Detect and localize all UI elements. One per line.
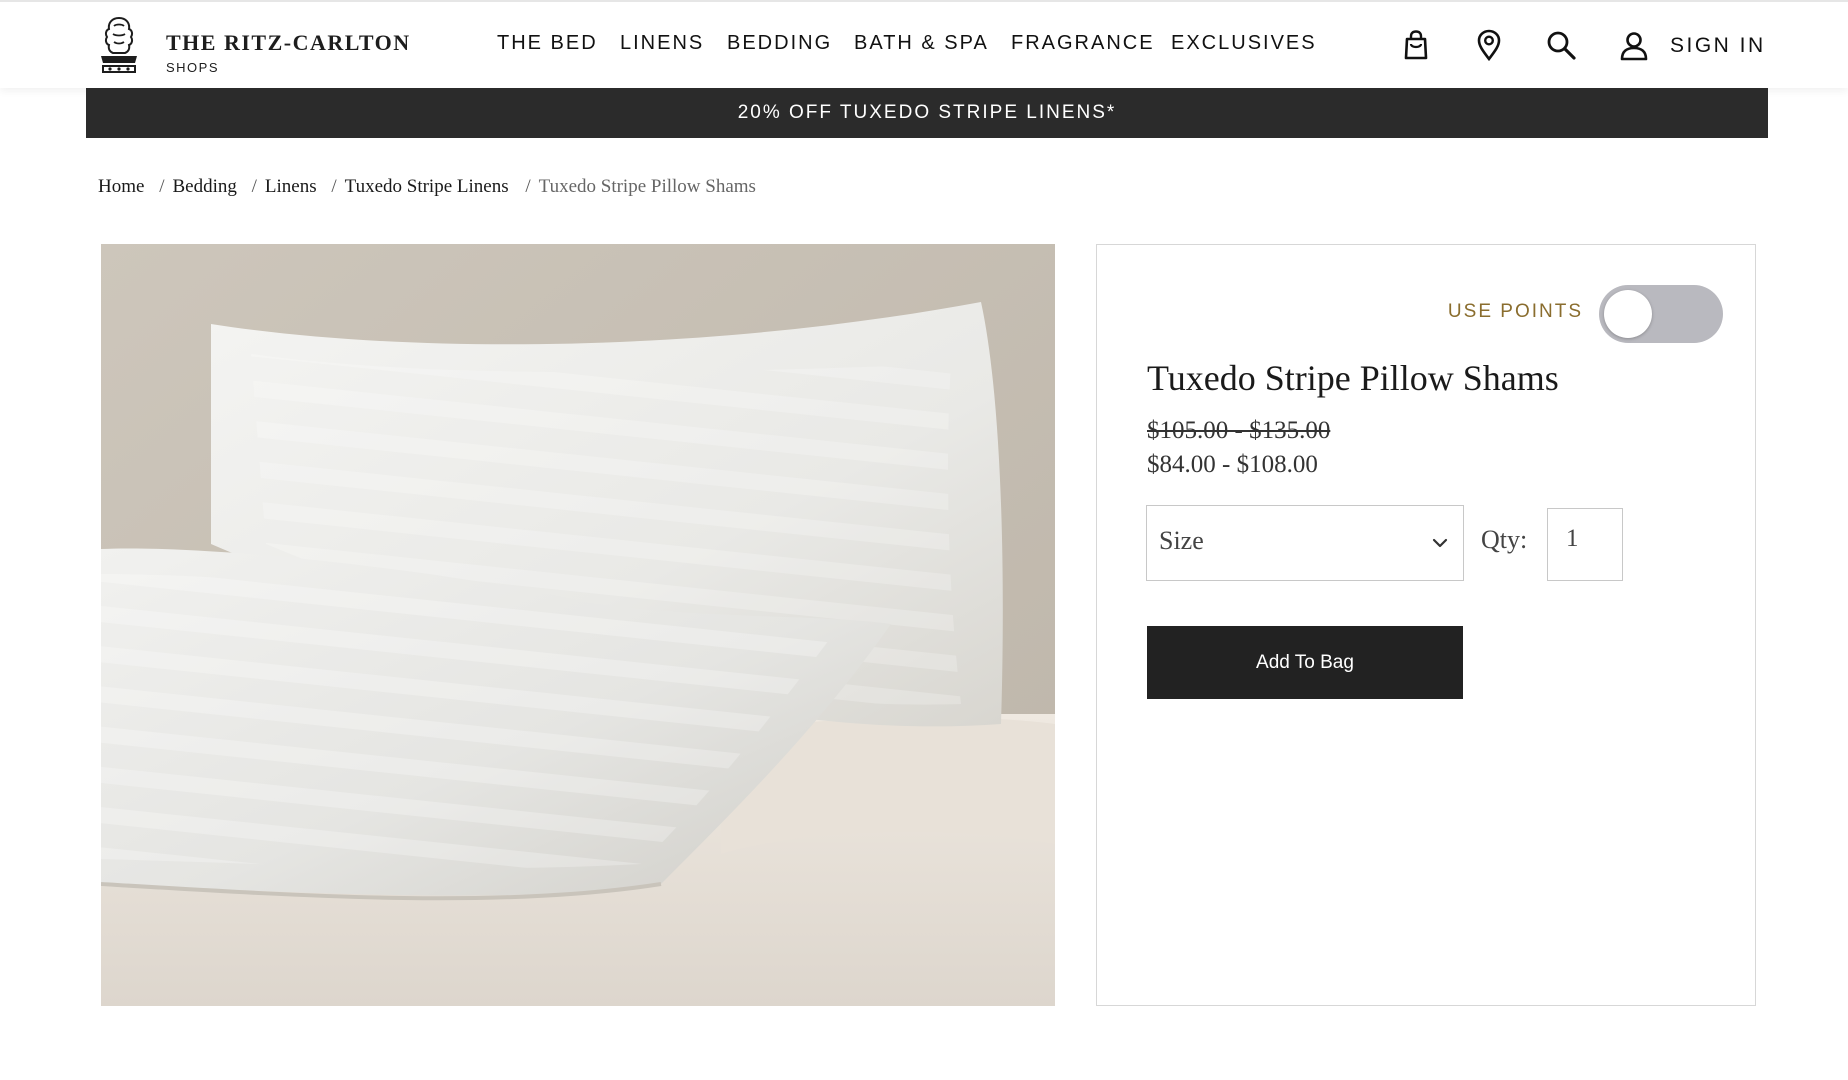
promo-banner[interactable]: 20% OFF TUXEDO STRIPE LINENS* (86, 88, 1768, 138)
lion-crown-logo-icon[interactable] (96, 14, 142, 74)
breadcrumb-separator: / (159, 176, 165, 197)
breadcrumb-separator: / (251, 176, 257, 197)
nav-exclusives[interactable]: EXCLUSIVES (1171, 32, 1317, 58)
brand-name[interactable]: THE RITZ-CARLTON (166, 30, 411, 56)
sign-in-link[interactable]: SIGN IN (1670, 34, 1766, 58)
breadcrumb-linens[interactable]: Linens (265, 176, 317, 197)
product-title: Tuxedo Stripe Pillow Shams (1147, 358, 1559, 398)
shopping-bag-icon[interactable] (1399, 28, 1433, 62)
breadcrumb-bedding[interactable]: Bedding (172, 176, 236, 197)
breadcrumb: Home / Bedding / Linens / Tuxedo Stripe Lin… (98, 176, 756, 198)
product-image[interactable] (101, 244, 1055, 1006)
brand-subtitle: SHOPS (166, 60, 220, 75)
original-price: $105.00 - $135.00 (1147, 417, 1331, 444)
purchase-panel: USE POINTS Tuxedo Stripe Pillow Shams $1… (1096, 244, 1756, 1006)
sale-price: $84.00 - $108.00 (1147, 451, 1318, 478)
pillow-shams-photo (101, 244, 1055, 1006)
breadcrumb-home[interactable]: Home (98, 176, 144, 197)
nav-bedding[interactable]: BEDDING (727, 32, 832, 58)
use-points-toggle[interactable] (1599, 285, 1723, 343)
location-pin-icon[interactable] (1472, 28, 1506, 62)
size-select-label: Size (1159, 526, 1204, 555)
size-select[interactable]: Size (1146, 505, 1464, 581)
site-header: THE RITZ-CARLTON SHOPS THE BED LINENS BE… (0, 0, 1848, 88)
user-icon[interactable] (1617, 29, 1651, 63)
nav-fragrance[interactable]: FRAGRANCE (1011, 32, 1155, 58)
nav-bath-spa[interactable]: BATH & SPA (854, 32, 989, 58)
nav-the-bed[interactable]: THE BED (497, 32, 598, 58)
nav-linens[interactable]: LINENS (620, 32, 704, 58)
add-to-bag-button[interactable]: Add To Bag (1147, 626, 1463, 699)
breadcrumb-separator: / (525, 176, 531, 197)
breadcrumb-current: Tuxedo Stripe Pillow Shams (538, 176, 756, 197)
breadcrumb-separator: / (331, 176, 337, 197)
search-icon[interactable] (1544, 28, 1578, 62)
chevron-down-icon (1432, 538, 1448, 548)
use-points-label: USE POINTS (1447, 301, 1583, 322)
breadcrumb-tuxedo-stripe-linens[interactable]: Tuxedo Stripe Linens (345, 176, 509, 197)
quantity-input[interactable]: 1 (1547, 508, 1623, 581)
toggle-knob (1604, 290, 1652, 338)
qty-label: Qty: (1481, 525, 1528, 554)
